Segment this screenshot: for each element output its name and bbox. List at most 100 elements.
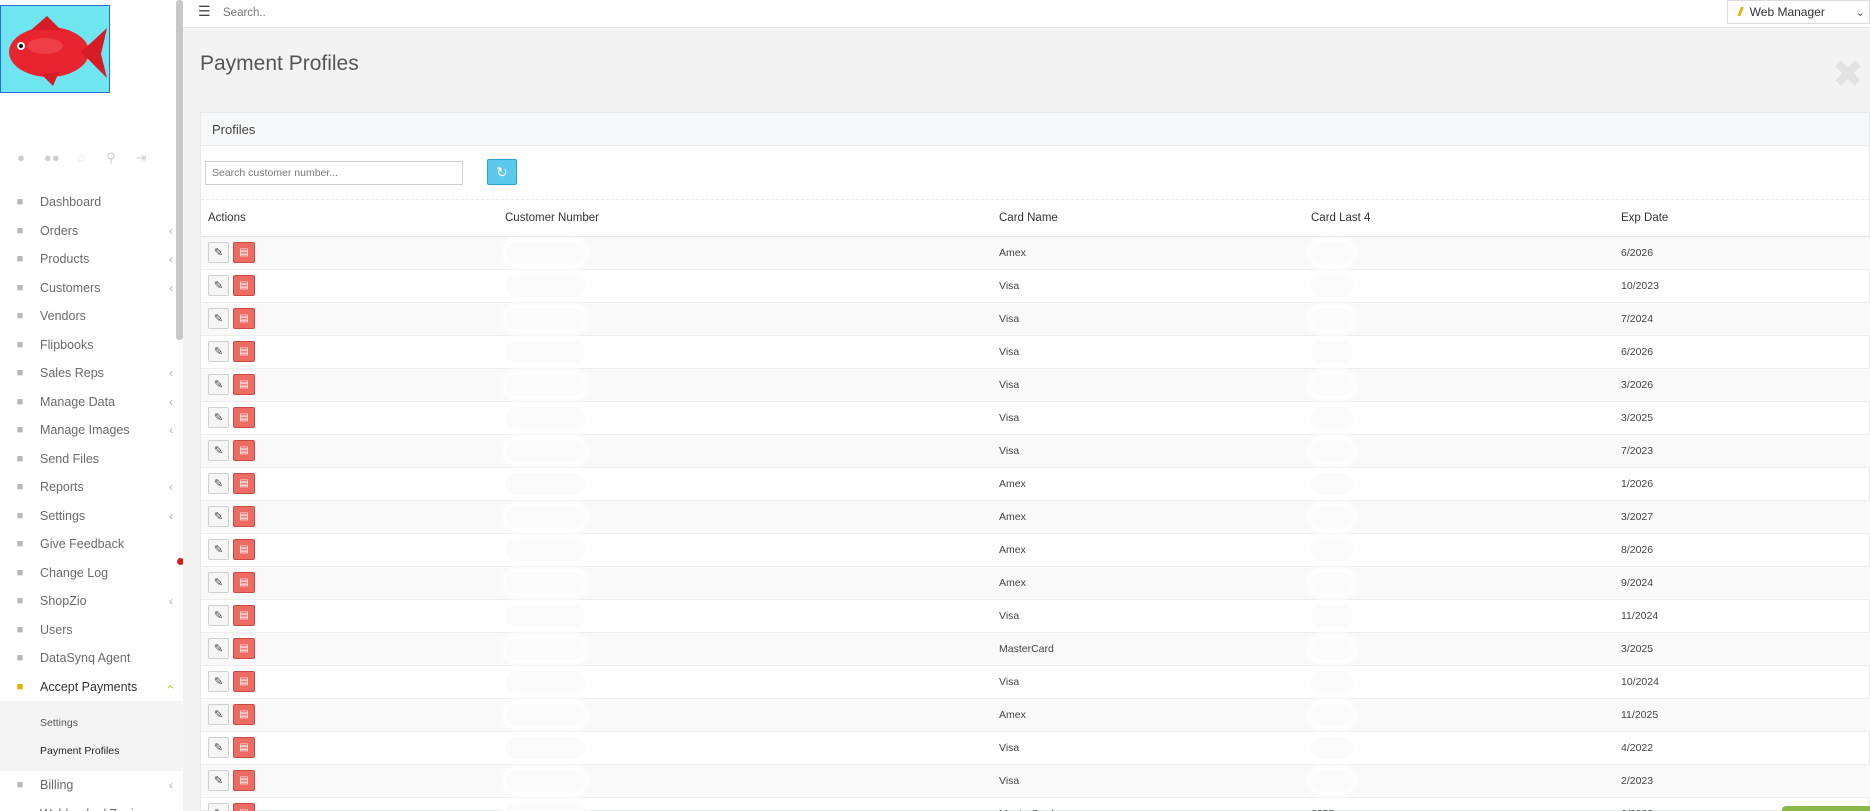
support-widget-tab[interactable]	[1782, 806, 1870, 811]
pencil-icon: ✎	[213, 775, 224, 787]
edit-button[interactable]: ✎	[208, 440, 229, 461]
edit-button[interactable]: ✎	[208, 374, 229, 395]
sidebar-item-billing[interactable]: ■ Billing ‹	[0, 771, 183, 800]
edit-button[interactable]: ✎	[208, 704, 229, 725]
delete-button[interactable]: ▤	[233, 539, 255, 560]
sidebar-item-products[interactable]: ■ Products ‹	[0, 245, 183, 274]
edit-button[interactable]: ✎	[208, 275, 229, 296]
menu-toggle-icon[interactable]: ☰	[198, 3, 211, 20]
redacted-value	[1311, 340, 1353, 363]
delete-button[interactable]: ▤	[233, 308, 255, 329]
delete-button[interactable]: ▤	[233, 737, 255, 758]
edit-button[interactable]: ✎	[208, 506, 229, 527]
delete-button[interactable]: ▤	[233, 803, 255, 811]
edit-button[interactable]: ✎	[208, 770, 229, 791]
actions-cell: ✎▤	[201, 368, 498, 402]
delete-button[interactable]: ▤	[233, 275, 255, 296]
global-search-input[interactable]	[223, 3, 523, 23]
redacted-value	[505, 604, 585, 627]
card-name-cell: Visa	[992, 434, 1304, 468]
sidebar-item-reports[interactable]: ■ Reports ‹	[0, 473, 183, 502]
sidebar-item-accept-payments[interactable]: ■ Accept Payments ‹	[0, 673, 183, 702]
actions-cell: ✎▤	[201, 236, 498, 270]
exp-date-cell: 2/2023	[1614, 764, 1870, 798]
sidebar-item-vendors[interactable]: ■ Vendors	[0, 302, 183, 331]
delete-button[interactable]: ▤	[233, 605, 255, 626]
column-header-card-last-4[interactable]: Card Last 4	[1304, 200, 1614, 237]
edit-button[interactable]: ✎	[208, 242, 229, 263]
sidebar-item-users[interactable]: ■ Users	[0, 616, 183, 645]
customer-search-input[interactable]	[205, 161, 463, 185]
column-header-exp-date[interactable]: Exp Date	[1614, 200, 1870, 237]
delete-button[interactable]: ▤	[233, 770, 255, 791]
sidebar-subitem-payment-profiles[interactable]: Payment Profiles	[0, 737, 183, 765]
delete-button[interactable]: ▤	[233, 572, 255, 593]
sidebar-item-flipbooks[interactable]: ■ Flipbooks	[0, 331, 183, 360]
sidebar-item-change-log[interactable]: ■ Change Log	[0, 559, 183, 588]
edit-button[interactable]: ✎	[208, 473, 229, 494]
edit-button[interactable]: ✎	[208, 341, 229, 362]
sidebar-item-shopzio[interactable]: ■ ShopZio ‹	[0, 587, 183, 616]
team-icon[interactable]: ●●	[44, 150, 60, 166]
delete-button[interactable]: ▤	[233, 374, 255, 395]
exp-date-cell: 7/2024	[1614, 302, 1870, 336]
edit-button[interactable]: ✎	[208, 803, 229, 811]
delete-button[interactable]: ▤	[233, 671, 255, 692]
cogs-icon: ■	[16, 652, 24, 665]
refresh-button[interactable]: ↻	[487, 159, 517, 185]
customer-number-cell	[498, 764, 992, 798]
customer-number-cell	[498, 632, 992, 666]
redacted-value	[505, 538, 585, 561]
sidebar-item-customers[interactable]: ■ Customers ‹	[0, 274, 183, 303]
actions-cell: ✎▤	[201, 401, 498, 435]
delete-button[interactable]: ▤	[233, 407, 255, 428]
profile-icon[interactable]: ●	[14, 150, 28, 166]
delete-button[interactable]: ▤	[233, 341, 255, 362]
sign-out-icon[interactable]: ⇥	[134, 150, 148, 166]
delete-button[interactable]: ▤	[233, 242, 255, 263]
exp-date-cell: 11/2024	[1614, 599, 1870, 633]
user-menu-dropdown[interactable]: // Web Manager ⌄	[1727, 0, 1870, 24]
redacted-value	[505, 571, 585, 594]
sidebar-item-manage-data[interactable]: ■ Manage Data ‹	[0, 388, 183, 417]
trash-icon: ▤	[239, 676, 249, 687]
sidebar-item-dashboard[interactable]: ■ Dashboard	[0, 188, 183, 217]
column-header-actions[interactable]: Actions	[201, 200, 498, 237]
globe-icon[interactable]: ◌	[74, 150, 88, 166]
edit-button[interactable]: ✎	[208, 737, 229, 758]
column-header-card-name[interactable]: Card Name	[992, 200, 1304, 237]
trash-icon: ▤	[239, 511, 249, 522]
delete-button[interactable]: ▤	[233, 638, 255, 659]
edit-button[interactable]: ✎	[208, 671, 229, 692]
redacted-value	[505, 406, 585, 429]
edit-button[interactable]: ✎	[208, 308, 229, 329]
edit-button[interactable]: ✎	[208, 572, 229, 593]
sidebar-item-manage-images[interactable]: ■ Manage Images ‹	[0, 416, 183, 445]
key-icon[interactable]: ⚲	[104, 150, 118, 166]
edit-button[interactable]: ✎	[208, 407, 229, 428]
sidebar-item-send-files[interactable]: ■ Send Files	[0, 445, 183, 474]
delete-button[interactable]: ▤	[233, 473, 255, 494]
delete-button[interactable]: ▤	[233, 704, 255, 725]
sidebar-item-datasynq-agent[interactable]: ■ DataSynq Agent	[0, 644, 183, 673]
edit-button[interactable]: ✎	[208, 605, 229, 626]
card-last-4-cell	[1304, 269, 1614, 303]
delete-button[interactable]: ▤	[233, 440, 255, 461]
delete-button[interactable]: ▤	[233, 506, 255, 527]
sidebar-subitem-settings[interactable]: Settings	[0, 709, 183, 737]
sidebar-item-sales-reps[interactable]: ■ Sales Reps ‹	[0, 359, 183, 388]
edit-button[interactable]: ✎	[208, 638, 229, 659]
sidebar-item-settings[interactable]: ■ Settings ‹	[0, 502, 183, 531]
chevron-left-icon: ‹	[169, 280, 173, 295]
redacted-value	[505, 703, 585, 726]
company-logo[interactable]	[0, 5, 110, 93]
exp-date-cell: 4/2022	[1614, 731, 1870, 765]
chevron-left-icon: ‹	[169, 480, 173, 495]
redacted-value	[505, 505, 585, 528]
edit-button[interactable]: ✎	[208, 539, 229, 560]
sidebar-scrollbar[interactable]	[176, 0, 183, 340]
sidebar-item-webhooks-zapier[interactable]: ■Webhooks / Zapier	[0, 800, 183, 811]
sidebar-item-orders[interactable]: ■ Orders ‹	[0, 217, 183, 246]
column-header-customer-number[interactable]: Customer Number	[498, 200, 992, 237]
sidebar-item-give-feedback[interactable]: ■ Give Feedback	[0, 530, 183, 559]
